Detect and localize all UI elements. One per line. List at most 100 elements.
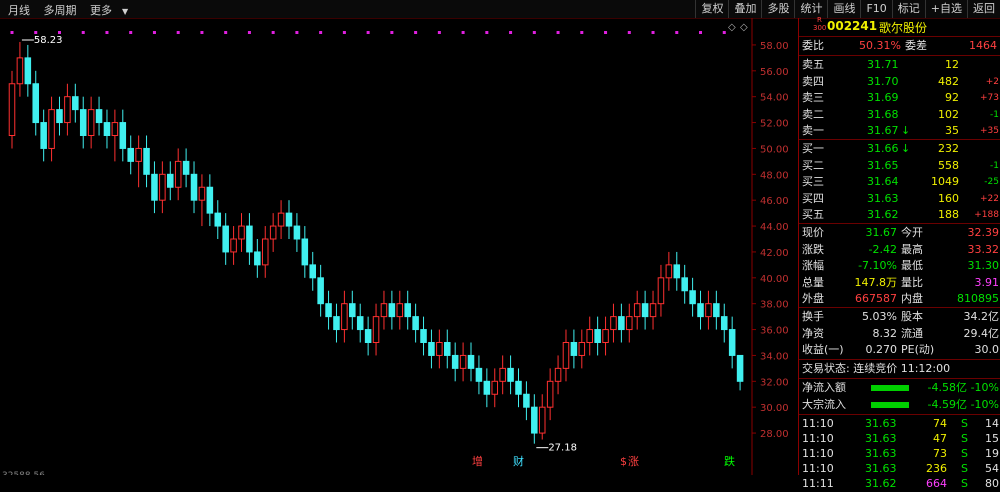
quote-value: 147.8万 [854, 275, 898, 289]
event-marker: $ [620, 455, 627, 468]
flow-label: 大宗流入 [802, 397, 846, 411]
multi-period-tab[interactable]: 多周期 [44, 4, 77, 17]
candle-body [119, 122, 127, 149]
candle-body [499, 367, 506, 382]
tick-time: 11:10 [802, 417, 834, 430]
candle-body [665, 264, 673, 279]
quote-label: 量比 [901, 275, 923, 289]
quote-label: 最高 [901, 242, 923, 256]
candle-body [681, 277, 688, 292]
stats-value: 34.2亿 [963, 310, 1000, 323]
quote-value: 667587 [855, 292, 897, 305]
kline-chart-svg[interactable]: 58.00 56.00 54.00 52.00 50.00 48.00 46.00 44.00… [0, 18, 798, 475]
divider [799, 307, 1000, 308]
candle-body [697, 303, 704, 318]
y-tick-label: 34.00 [760, 351, 789, 362]
stock-name: 歌尔股份 [879, 21, 928, 35]
adjust-button[interactable]: 复权 [695, 0, 728, 18]
f10-button[interactable]: F10 [860, 0, 891, 18]
candle-body [277, 212, 285, 227]
signal-dot [414, 31, 418, 34]
chevron-down-icon[interactable]: ▼ [122, 7, 128, 16]
draw-line-button[interactable]: 画线 [827, 0, 860, 18]
quote-panel: R 300 002241 歌尔股份 委比 50.31% 委差 1464 卖五 31… [798, 16, 1000, 490]
candle-body [111, 122, 119, 136]
mark-button[interactable]: 标记 [891, 0, 925, 18]
tick-row: 11:10 31.63 74 S 14 [799, 416, 1000, 432]
quote-value: 32.39 [967, 226, 1000, 239]
divider [799, 414, 1000, 415]
sell-change: +35 [980, 126, 999, 136]
signal-dot [509, 31, 513, 34]
stats-button[interactable]: 统计 [794, 0, 827, 18]
signal-dot [224, 31, 228, 34]
candle-body [127, 147, 134, 162]
candle-body [451, 354, 459, 369]
buy-price: 31.63 [867, 191, 899, 205]
candle-body [388, 303, 396, 318]
candle-body [293, 225, 301, 240]
add-watchlist-button[interactable]: +自选 [924, 0, 967, 18]
candle-body [87, 109, 95, 136]
badge-top: R [817, 16, 822, 24]
buy-price: 31.65 [867, 158, 899, 172]
candle-body [641, 303, 649, 318]
y-tick-label: 32.00 [760, 377, 789, 388]
buy-row: 买二 31.65 558 -1 [799, 158, 1000, 174]
kline-chart[interactable]: 58.00 56.00 54.00 52.00 50.00 48.00 46.00 44.00… [0, 18, 798, 475]
more-tab[interactable]: 更多 [90, 4, 112, 17]
sell-change: -1 [990, 109, 999, 120]
monthly-tab[interactable]: 月线 [8, 4, 30, 17]
candle-body [578, 342, 586, 356]
trade-status-text: 交易状态: 连续竞价 11:12:00 [802, 362, 951, 375]
candle-body [372, 316, 380, 343]
candle-body [151, 173, 158, 201]
weibi-value: 50.31% [859, 39, 901, 52]
stats-label: 换手 [802, 310, 824, 323]
signal-dot [200, 31, 204, 34]
tick-volume: 664 [926, 477, 947, 490]
candle-body [24, 57, 32, 85]
y-tick-label: 44.00 [760, 222, 789, 233]
tick-count: 15 [985, 432, 999, 445]
divider [799, 55, 1000, 56]
flow-row: 大宗流入 -4.59亿 -10% [799, 397, 1000, 413]
candle-body [673, 264, 681, 279]
overlay-button[interactable]: 叠加 [728, 0, 761, 18]
tick-volume: 47 [933, 432, 947, 445]
candle-body [198, 186, 206, 201]
sell-price: 31.69 [867, 91, 899, 104]
arrow-down-icon: ↓ [901, 124, 911, 137]
buy-price: 31.64 [867, 175, 899, 188]
signal-dot [271, 31, 275, 34]
candle-body [491, 380, 499, 395]
stats-value: 0.270 [865, 343, 898, 356]
candle-body [570, 342, 578, 356]
signal-dot [627, 31, 631, 34]
y-tick-label: 36.00 [760, 326, 789, 337]
sell-row: 卖五 31.71 12 [799, 57, 1000, 73]
buy-label: 买五 [802, 208, 824, 221]
candle-body [467, 354, 475, 369]
y-tick-label: 28.00 [760, 429, 789, 440]
candle-body [610, 316, 617, 331]
candle-body [222, 225, 229, 253]
y-tick-label: 56.00 [760, 67, 789, 78]
sell-label: 卖一 [802, 124, 824, 137]
candle-body [412, 316, 419, 331]
quote-value: 810895 [957, 292, 999, 305]
stock-title: R 300 002241 歌尔股份 [799, 16, 1000, 36]
buy-change: -1 [990, 160, 999, 171]
candle-body [404, 303, 411, 318]
stats-value: 5.03% [862, 310, 897, 323]
tick-count: 80 [985, 477, 999, 490]
candle-body [689, 290, 696, 305]
sell-row: 卖三 31.69 92 +73 [799, 90, 1000, 106]
diamond-icon: ◇ [728, 22, 736, 33]
candle-body [459, 354, 467, 369]
back-button[interactable]: 返回 [967, 0, 1000, 18]
multi-stock-button[interactable]: 多股 [761, 0, 794, 18]
candle-body [48, 109, 55, 149]
candle-body [206, 186, 214, 214]
candle-body [230, 238, 237, 253]
